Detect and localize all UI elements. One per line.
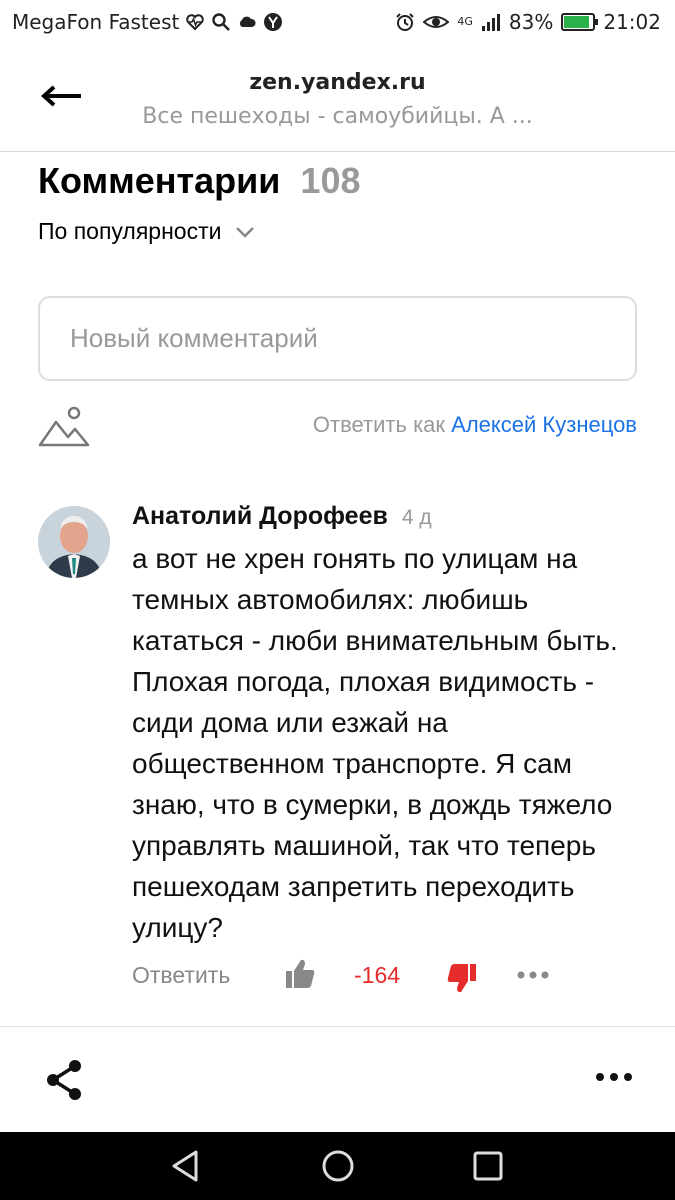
sort-dropdown[interactable]: По популярности (38, 218, 255, 245)
author-name[interactable]: Анатолий Дорофеев (132, 502, 388, 531)
site-domain: zen.yandex.ru (249, 70, 426, 95)
reply-button[interactable]: Ответить (132, 962, 230, 989)
comment-text: а вот не хрен гонять по улицам на темных… (132, 543, 618, 943)
comment-author: Анатолий Дорофеев 4 д (132, 502, 432, 531)
comments-heading: Комментарии 108 (38, 160, 361, 202)
chevron-down-icon (236, 226, 255, 238)
nav-recents-icon[interactable] (470, 1148, 506, 1184)
carrier-label: MegaFon Fastest (12, 10, 180, 34)
comments-title: Комментарии (38, 160, 281, 201)
system-nav-bar (0, 1132, 675, 1200)
cloud-icon (240, 16, 256, 27)
status-left: MegaFon Fastest (12, 10, 283, 34)
comment-actions: Ответить -164 (132, 956, 562, 996)
image-attach-icon[interactable] (38, 404, 90, 448)
reply-as-line: Ответить как Алексей Кузнецов (313, 412, 637, 438)
yandex-icon (264, 13, 283, 31)
status-right: 4G 83% 21:02 (395, 10, 661, 34)
more-menu-icon[interactable] (595, 1070, 633, 1084)
nav-home-icon[interactable] (320, 1148, 356, 1184)
comment-age: 4 д (401, 506, 432, 529)
heart-rate-icon (186, 14, 205, 31)
comments-count: 108 (300, 160, 361, 201)
battery-percent: 83% (508, 10, 554, 34)
reply-as-prefix: Ответить как (312, 412, 446, 437)
clock: 21:02 (603, 10, 661, 34)
divider (0, 1026, 675, 1027)
reply-as-user-link[interactable]: Алексей Кузнецов (451, 412, 637, 437)
alarm-icon (396, 13, 415, 31)
sort-label: По популярности (38, 218, 222, 244)
comment-score: -164 (354, 962, 401, 988)
status-bar: MegaFon Fastest 4G 83% 21:02 (0, 0, 675, 46)
thumbs-up-icon[interactable] (284, 956, 316, 992)
battery-fill (564, 16, 590, 28)
new-comment-box[interactable] (38, 296, 637, 381)
app-header: zen.yandex.ru Все пешеходы - самоубийцы.… (0, 46, 675, 152)
battery-icon (561, 13, 599, 31)
avatar-photo (38, 506, 110, 578)
more-horizontal-icon[interactable] (516, 968, 550, 982)
search-icon (212, 13, 231, 31)
signal-icon (481, 14, 500, 31)
thumbs-down-icon[interactable] (446, 960, 478, 996)
network-type: 4G (457, 15, 473, 28)
nav-back-icon[interactable] (168, 1148, 204, 1184)
eye-icon (423, 16, 450, 28)
article-title: Все пешеходы - самоубийцы. А ... (142, 104, 533, 129)
avatar[interactable] (38, 506, 110, 578)
new-comment-input[interactable] (70, 323, 605, 354)
share-icon[interactable] (44, 1058, 84, 1102)
